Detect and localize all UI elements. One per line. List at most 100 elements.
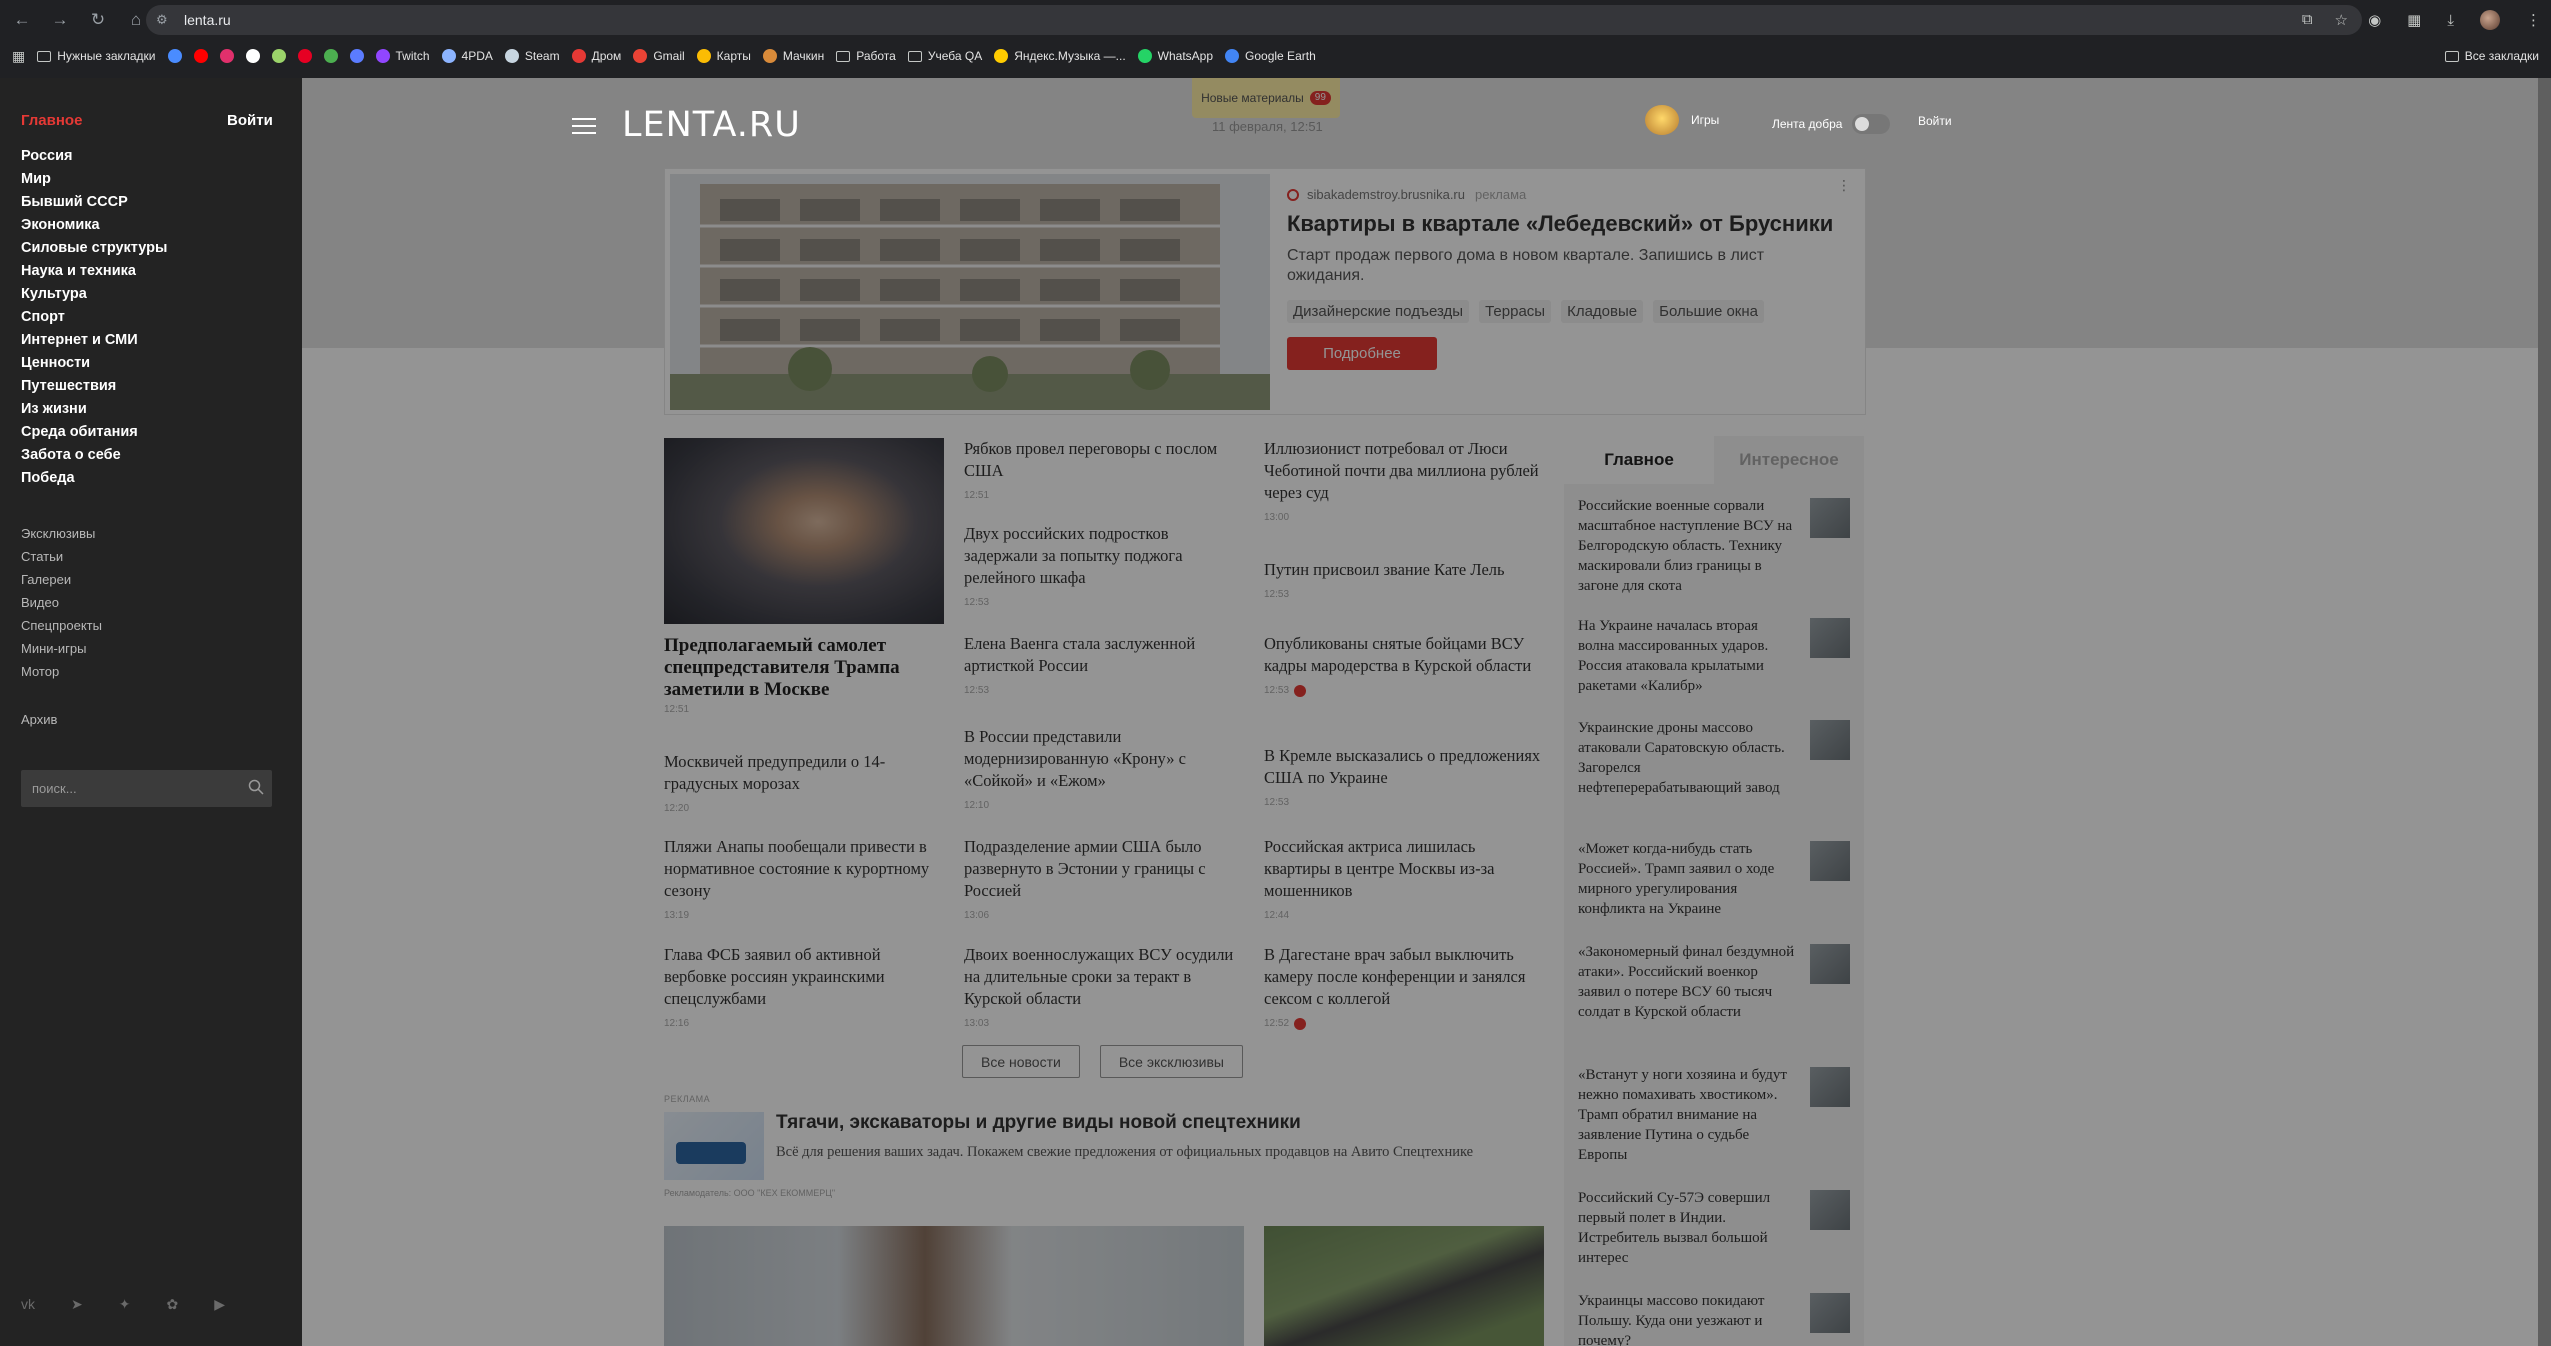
news-item[interactable]: В Кремле высказались о предложениях США …: [1264, 745, 1544, 814]
bookmark-item[interactable]: Twitch: [370, 44, 436, 68]
twitter-icon[interactable]: ✦: [119, 1296, 131, 1313]
right-item-title[interactable]: На Украине началась вторая волна массиро…: [1578, 616, 1796, 696]
new-materials-badge[interactable]: Новые материалы 99: [1192, 78, 1340, 118]
right-item-title[interactable]: «Встанут у ноги хозяина и будут нежно по…: [1578, 1065, 1796, 1165]
good-feed-switch[interactable]: [1852, 114, 1891, 134]
right-item-title[interactable]: Российский Су-57Э совершил первый полет …: [1578, 1188, 1796, 1268]
news-title[interactable]: Опубликованы снятые бойцами ВСУ кадры ма…: [1264, 633, 1544, 677]
sidebar-item[interactable]: Россия: [21, 145, 167, 168]
right-list-item[interactable]: «Встанут у ноги хозяина и будут нежно по…: [1578, 1065, 1850, 1165]
news-item[interactable]: Рябков провел переговоры с послом США 12:…: [964, 438, 1244, 507]
bookmark-item[interactable]: Нужные закладки: [31, 44, 161, 68]
right-item-title[interactable]: «Закономерный финал бездумной атаки». Ро…: [1578, 942, 1796, 1022]
sidebar-item[interactable]: Спорт: [21, 306, 167, 329]
sidebar-secondary-item[interactable]: Мини-игры: [21, 637, 102, 660]
sidebar-secondary-item[interactable]: Спецпроекты: [21, 614, 102, 637]
profile-avatar[interactable]: [2480, 10, 2500, 30]
news-title[interactable]: Подразделение армии США было развернуто …: [964, 836, 1244, 902]
bookmark-item[interactable]: WhatsApp: [1132, 44, 1219, 68]
address-bar[interactable]: ⚙ lenta.ru ⧉ ☆: [146, 5, 2362, 35]
sidebar-item[interactable]: Интернет и СМИ: [21, 329, 167, 352]
bookmark-star-icon[interactable]: ☆: [2335, 11, 2348, 29]
sidebar-item[interactable]: Из жизни: [21, 398, 167, 421]
ad-tag[interactable]: Террасы: [1479, 300, 1552, 323]
news-item[interactable]: Опубликованы снятые бойцами ВСУ кадры ма…: [1264, 633, 1544, 702]
bookmark-item[interactable]: Яндекс.Музыка —...: [988, 44, 1131, 68]
all-bookmarks-folder[interactable]: Все закладки: [2439, 44, 2545, 68]
sidebar-secondary-item[interactable]: Статьи: [21, 545, 102, 568]
bookmark-item[interactable]: [266, 44, 292, 68]
top-news[interactable]: Предполагаемый самолет спецпредставителя…: [664, 438, 944, 715]
sidebar-item[interactable]: Победа: [21, 467, 167, 490]
right-item-thumbnail[interactable]: [1810, 498, 1850, 538]
sidebar-item[interactable]: Ценности: [21, 352, 167, 375]
inline-ad[interactable]: РЕКЛАМА Тягачи, экскаваторы и другие вид…: [664, 1094, 1544, 1198]
page-scrollbar[interactable]: [2538, 78, 2551, 1346]
apps-grid-icon[interactable]: ▦: [6, 44, 31, 68]
news-title[interactable]: Елена Ваенга стала заслуженной артисткой…: [964, 633, 1244, 677]
news-title[interactable]: В Дагестане врач забыл выключить камеру …: [1264, 944, 1544, 1010]
youtube-social-icon[interactable]: ▶: [214, 1296, 225, 1313]
download-icon[interactable]: ⤓: [2447, 12, 2454, 29]
telegram-icon[interactable]: ➤: [71, 1296, 83, 1313]
sidebar-login-link[interactable]: Войти: [227, 112, 273, 129]
inline-ad-image[interactable]: [664, 1112, 764, 1180]
top-news-photo[interactable]: [664, 438, 944, 624]
news-item[interactable]: Двоих военнослужащих ВСУ осудили на длит…: [964, 944, 1244, 1035]
bookmark-item[interactable]: 4PDA: [436, 44, 499, 68]
news-title[interactable]: Глава ФСБ заявил об активной вербовке ро…: [664, 944, 944, 1010]
install-app-icon[interactable]: ⧉: [2302, 11, 2313, 29]
sidebar-item[interactable]: Силовые структуры: [21, 237, 167, 260]
news-item[interactable]: Москвичей предупредили о 14-градусных мо…: [664, 751, 944, 820]
ad-details-button[interactable]: Подробнее: [1287, 337, 1437, 370]
news-item[interactable]: Путин присвоил звание Кате Лель 12:53: [1264, 559, 1544, 606]
news-title[interactable]: Двоих военнослужащих ВСУ осудили на длит…: [964, 944, 1244, 1010]
site-logo[interactable]: LENTA.RU: [622, 105, 801, 145]
news-item[interactable]: Иллюзионист потребовал от Люси Чеботиной…: [1264, 438, 1544, 529]
right-item-title[interactable]: Украинские дроны массово атаковали Сарат…: [1578, 718, 1796, 798]
sidebar-archive-link[interactable]: Архив: [21, 712, 57, 727]
news-item[interactable]: В России представили модернизированную «…: [964, 726, 1244, 817]
sidebar-main-link[interactable]: Главное: [21, 112, 82, 129]
sidebar-item[interactable]: Наука и техника: [21, 260, 167, 283]
right-item-title[interactable]: Украинцы массово покидают Польшу. Куда о…: [1578, 1291, 1796, 1346]
tab-interesting[interactable]: Интересное: [1714, 436, 1864, 484]
right-list-item[interactable]: Украинские дроны массово атаковали Сарат…: [1578, 718, 1850, 798]
tab-main[interactable]: Главное: [1564, 436, 1714, 484]
news-title[interactable]: Пляжи Анапы пообещали привести в нормати…: [664, 836, 944, 902]
sidebar-secondary-item[interactable]: Видео: [21, 591, 102, 614]
bookmark-item[interactable]: Работа: [830, 44, 902, 68]
feature-photo-2[interactable]: [1264, 1226, 1544, 1346]
news-item[interactable]: Подразделение армии США было развернуто …: [964, 836, 1244, 927]
right-item-thumbnail[interactable]: [1810, 944, 1850, 984]
url-text[interactable]: lenta.ru: [184, 12, 231, 28]
news-title[interactable]: Иллюзионист потребовал от Люси Чеботиной…: [1264, 438, 1544, 504]
inline-ad-title[interactable]: Тягачи, экскаваторы и другие виды новой …: [776, 1112, 1301, 1134]
sidebar-item[interactable]: Мир: [21, 168, 167, 191]
bookmark-item[interactable]: [214, 44, 240, 68]
ad-tag[interactable]: Большие окна: [1653, 300, 1764, 323]
ad-title[interactable]: Квартиры в квартале «Лебедевский» от Бру…: [1287, 211, 1833, 237]
bookmark-item[interactable]: [344, 44, 370, 68]
news-item[interactable]: Российская актриса лишилась квартиры в ц…: [1264, 836, 1544, 927]
bookmark-item[interactable]: [240, 44, 266, 68]
sidebar-item[interactable]: Забота о себе: [21, 444, 167, 467]
news-title[interactable]: Российская актриса лишилась квартиры в ц…: [1264, 836, 1544, 902]
bookmark-item[interactable]: Google Earth: [1219, 44, 1322, 68]
odnoklassniki-icon[interactable]: ✿: [166, 1296, 178, 1313]
bookmark-item[interactable]: [188, 44, 214, 68]
sidebar-secondary-item[interactable]: Галереи: [21, 568, 102, 591]
bookmark-item[interactable]: Карты: [691, 44, 757, 68]
right-list-item[interactable]: «Закономерный финал бездумной атаки». Ро…: [1578, 942, 1850, 1022]
sidebar-secondary-item[interactable]: Эксклюзивы: [21, 522, 102, 545]
feature-photo-1[interactable]: [664, 1226, 1244, 1346]
bookmark-item[interactable]: [162, 44, 188, 68]
right-list-item[interactable]: «Может когда-нибудь стать Россией». Трам…: [1578, 839, 1850, 919]
vk-icon[interactable]: vk: [21, 1296, 35, 1313]
news-title[interactable]: Москвичей предупредили о 14-градусных мо…: [664, 751, 944, 795]
right-item-thumbnail[interactable]: [1810, 720, 1850, 760]
right-item-title[interactable]: «Может когда-нибудь стать Россией». Трам…: [1578, 839, 1796, 919]
sidebar-item[interactable]: Культура: [21, 283, 167, 306]
right-list-item[interactable]: Российский Су-57Э совершил первый полет …: [1578, 1188, 1850, 1268]
ad-tag[interactable]: Кладовые: [1561, 300, 1644, 323]
